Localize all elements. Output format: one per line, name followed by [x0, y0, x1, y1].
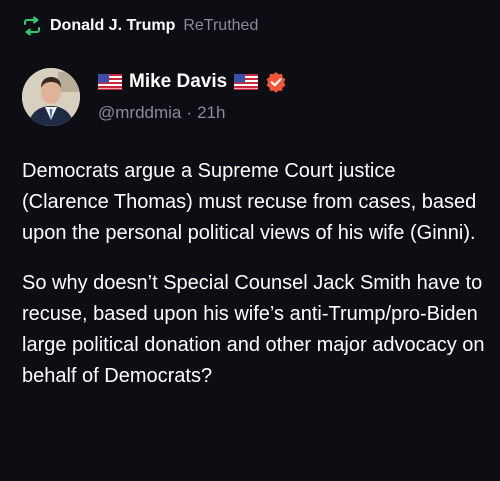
meta-separator: ·: [186, 103, 193, 122]
author-display-name[interactable]: Mike Davis: [129, 71, 227, 93]
retruth-icon: [22, 16, 42, 36]
post-paragraph: So why doesn’t Special Counsel Jack Smit…: [22, 272, 485, 387]
post-timestamp[interactable]: 21h: [197, 103, 225, 122]
post-body: Democrats argue a Supreme Court justice …: [22, 156, 486, 392]
author-meta: @mrddmia · 21h: [98, 103, 225, 123]
post-paragraph: Democrats argue a Supreme Court justice …: [22, 160, 477, 244]
retruth-header: Donald J. Trump ReTruthed: [22, 14, 258, 38]
retruth-user-link[interactable]: Donald J. Trump: [50, 17, 175, 35]
us-flag-icon: [98, 74, 122, 90]
us-flag-icon: [234, 74, 259, 90]
author-name-row: Mike Davis: [98, 70, 287, 94]
verified-badge-icon: [265, 71, 287, 93]
author-handle[interactable]: @mrddmia: [98, 103, 181, 122]
avatar[interactable]: [22, 68, 80, 126]
retruth-label: ReTruthed: [183, 17, 259, 34]
